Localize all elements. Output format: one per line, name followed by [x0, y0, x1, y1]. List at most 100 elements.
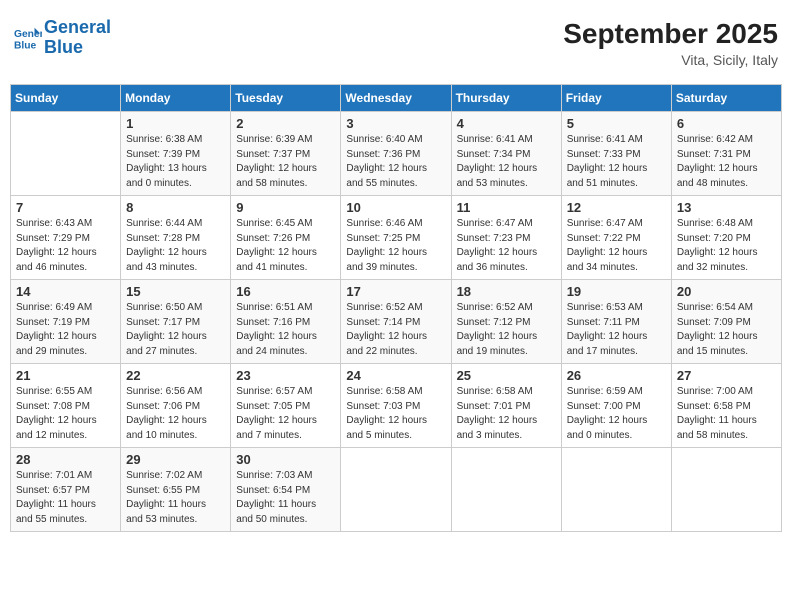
day-number: 27	[677, 368, 776, 383]
title-block: September 2025 Vita, Sicily, Italy	[563, 18, 778, 68]
calendar-cell: 6 Sunrise: 6:42 AMSunset: 7:31 PMDaylight…	[671, 112, 781, 196]
weekday-header-tuesday: Tuesday	[231, 85, 341, 112]
calendar-cell: 29 Sunrise: 7:02 AMSunset: 6:55 PMDayligh…	[121, 448, 231, 532]
day-number: 10	[346, 200, 445, 215]
calendar-cell: 26 Sunrise: 6:59 AMSunset: 7:00 PMDayligh…	[561, 364, 671, 448]
day-number: 1	[126, 116, 225, 131]
day-info: Sunrise: 6:53 AMSunset: 7:11 PMDaylight:…	[567, 301, 666, 359]
calendar-cell: 20 Sunrise: 6:54 AMSunset: 7:09 PMDayligh…	[671, 280, 781, 364]
day-number: 17	[346, 284, 445, 299]
day-info: Sunrise: 7:00 AMSunset: 6:58 PMDaylight:…	[677, 385, 776, 443]
calendar-cell: 4 Sunrise: 6:41 AMSunset: 7:34 PMDaylight…	[451, 112, 561, 196]
calendar-cell: 28 Sunrise: 7:01 AMSunset: 6:57 PMDayligh…	[11, 448, 121, 532]
calendar-cell: 18Sunrise: 6:52 AMSunset: 7:12 PMDayligh…	[451, 280, 561, 364]
calendar-cell: 7 Sunrise: 6:43 AMSunset: 7:29 PMDaylight…	[11, 196, 121, 280]
weekday-header-thursday: Thursday	[451, 85, 561, 112]
day-number: 29	[126, 452, 225, 467]
day-info: Sunrise: 6:56 AMSunset: 7:06 PMDaylight:…	[126, 385, 225, 443]
weekday-header-row: SundayMondayTuesdayWednesdayThursdayFrid…	[11, 85, 782, 112]
page-header: General Blue GeneralBlue September 2025 …	[10, 10, 782, 76]
calendar-cell: 23Sunrise: 6:57 AMSunset: 7:05 PMDayligh…	[231, 364, 341, 448]
day-info: Sunrise: 6:51 AMSunset: 7:16 PMDaylight:…	[236, 301, 335, 359]
calendar-cell: 2 Sunrise: 6:39 AMSunset: 7:37 PMDaylight…	[231, 112, 341, 196]
day-info: Sunrise: 6:40 AMSunset: 7:36 PMDaylight:…	[346, 133, 445, 191]
calendar-cell: 27 Sunrise: 7:00 AMSunset: 6:58 PMDayligh…	[671, 364, 781, 448]
day-info: Sunrise: 6:52 AMSunset: 7:14 PMDaylight:…	[346, 301, 445, 359]
day-number: 24	[346, 368, 445, 383]
day-info: Sunrise: 6:41 AMSunset: 7:33 PMDaylight:…	[567, 133, 666, 191]
calendar-cell: 10 Sunrise: 6:46 AMSunset: 7:25 PMDayligh…	[341, 196, 451, 280]
weekday-header-wednesday: Wednesday	[341, 85, 451, 112]
day-number: 9	[236, 200, 335, 215]
calendar-cell: 5 Sunrise: 6:41 AMSunset: 7:33 PMDaylight…	[561, 112, 671, 196]
location-subtitle: Vita, Sicily, Italy	[563, 52, 778, 68]
calendar-cell: 9 Sunrise: 6:45 AMSunset: 7:26 PMDaylight…	[231, 196, 341, 280]
day-info: Sunrise: 7:02 AMSunset: 6:55 PMDaylight:…	[126, 469, 225, 527]
day-info: Sunrise: 6:41 AMSunset: 7:34 PMDaylight:…	[457, 133, 556, 191]
day-info: Sunrise: 6:39 AMSunset: 7:37 PMDaylight:…	[236, 133, 335, 191]
day-number: 15	[126, 284, 225, 299]
day-number: 20	[677, 284, 776, 299]
day-info: Sunrise: 6:46 AMSunset: 7:25 PMDaylight:…	[346, 217, 445, 275]
day-info: Sunrise: 6:49 AMSunset: 7:19 PMDaylight:…	[16, 301, 115, 359]
day-number: 8	[126, 200, 225, 215]
calendar-cell: 12Sunrise: 6:47 AMSunset: 7:22 PMDayligh…	[561, 196, 671, 280]
day-info: Sunrise: 7:03 AMSunset: 6:54 PMDaylight:…	[236, 469, 335, 527]
logo-text: GeneralBlue	[44, 18, 111, 58]
calendar-cell	[341, 448, 451, 532]
weekday-header-sunday: Sunday	[11, 85, 121, 112]
calendar-cell: 24 Sunrise: 6:58 AMSunset: 7:03 PMDayligh…	[341, 364, 451, 448]
day-info: Sunrise: 6:38 AMSunset: 7:39 PMDaylight:…	[126, 133, 225, 191]
calendar-cell: 13Sunrise: 6:48 AMSunset: 7:20 PMDayligh…	[671, 196, 781, 280]
day-info: Sunrise: 7:01 AMSunset: 6:57 PMDaylight:…	[16, 469, 115, 527]
day-number: 4	[457, 116, 556, 131]
weekday-header-friday: Friday	[561, 85, 671, 112]
day-info: Sunrise: 6:43 AMSunset: 7:29 PMDaylight:…	[16, 217, 115, 275]
calendar-cell	[561, 448, 671, 532]
calendar-week-row: 28 Sunrise: 7:01 AMSunset: 6:57 PMDayligh…	[11, 448, 782, 532]
calendar-cell: 3 Sunrise: 6:40 AMSunset: 7:36 PMDaylight…	[341, 112, 451, 196]
calendar-cell: 15 Sunrise: 6:50 AMSunset: 7:17 PMDayligh…	[121, 280, 231, 364]
calendar-week-row: 7 Sunrise: 6:43 AMSunset: 7:29 PMDaylight…	[11, 196, 782, 280]
day-number: 18	[457, 284, 556, 299]
day-info: Sunrise: 6:54 AMSunset: 7:09 PMDaylight:…	[677, 301, 776, 359]
day-number: 6	[677, 116, 776, 131]
day-number: 23	[236, 368, 335, 383]
calendar-cell: 1 Sunrise: 6:38 AMSunset: 7:39 PMDaylight…	[121, 112, 231, 196]
calendar-cell: 11Sunrise: 6:47 AMSunset: 7:23 PMDayligh…	[451, 196, 561, 280]
day-number: 14	[16, 284, 115, 299]
weekday-header-saturday: Saturday	[671, 85, 781, 112]
day-number: 25	[457, 368, 556, 383]
calendar-week-row: 21Sunrise: 6:55 AMSunset: 7:08 PMDayligh…	[11, 364, 782, 448]
day-number: 26	[567, 368, 666, 383]
calendar-cell	[671, 448, 781, 532]
day-info: Sunrise: 6:50 AMSunset: 7:17 PMDaylight:…	[126, 301, 225, 359]
calendar-cell	[451, 448, 561, 532]
day-number: 2	[236, 116, 335, 131]
day-number: 5	[567, 116, 666, 131]
day-info: Sunrise: 6:59 AMSunset: 7:00 PMDaylight:…	[567, 385, 666, 443]
calendar-cell: 22 Sunrise: 6:56 AMSunset: 7:06 PMDayligh…	[121, 364, 231, 448]
day-info: Sunrise: 6:47 AMSunset: 7:23 PMDaylight:…	[457, 217, 556, 275]
day-number: 7	[16, 200, 115, 215]
day-info: Sunrise: 6:44 AMSunset: 7:28 PMDaylight:…	[126, 217, 225, 275]
calendar-cell	[11, 112, 121, 196]
day-number: 30	[236, 452, 335, 467]
day-info: Sunrise: 6:45 AMSunset: 7:26 PMDaylight:…	[236, 217, 335, 275]
calendar-cell: 8 Sunrise: 6:44 AMSunset: 7:28 PMDaylight…	[121, 196, 231, 280]
calendar-cell: 17 Sunrise: 6:52 AMSunset: 7:14 PMDayligh…	[341, 280, 451, 364]
day-number: 16	[236, 284, 335, 299]
day-number: 19	[567, 284, 666, 299]
calendar-week-row: 1 Sunrise: 6:38 AMSunset: 7:39 PMDaylight…	[11, 112, 782, 196]
logo: General Blue GeneralBlue	[14, 18, 111, 58]
calendar-cell: 16 Sunrise: 6:51 AMSunset: 7:16 PMDayligh…	[231, 280, 341, 364]
calendar-cell: 19 Sunrise: 6:53 AMSunset: 7:11 PMDayligh…	[561, 280, 671, 364]
calendar-cell: 14 Sunrise: 6:49 AMSunset: 7:19 PMDayligh…	[11, 280, 121, 364]
calendar-cell: 21Sunrise: 6:55 AMSunset: 7:08 PMDayligh…	[11, 364, 121, 448]
day-info: Sunrise: 6:42 AMSunset: 7:31 PMDaylight:…	[677, 133, 776, 191]
day-number: 28	[16, 452, 115, 467]
svg-text:Blue: Blue	[14, 40, 37, 51]
day-number: 22	[126, 368, 225, 383]
day-info: Sunrise: 6:58 AMSunset: 7:03 PMDaylight:…	[346, 385, 445, 443]
day-number: 3	[346, 116, 445, 131]
